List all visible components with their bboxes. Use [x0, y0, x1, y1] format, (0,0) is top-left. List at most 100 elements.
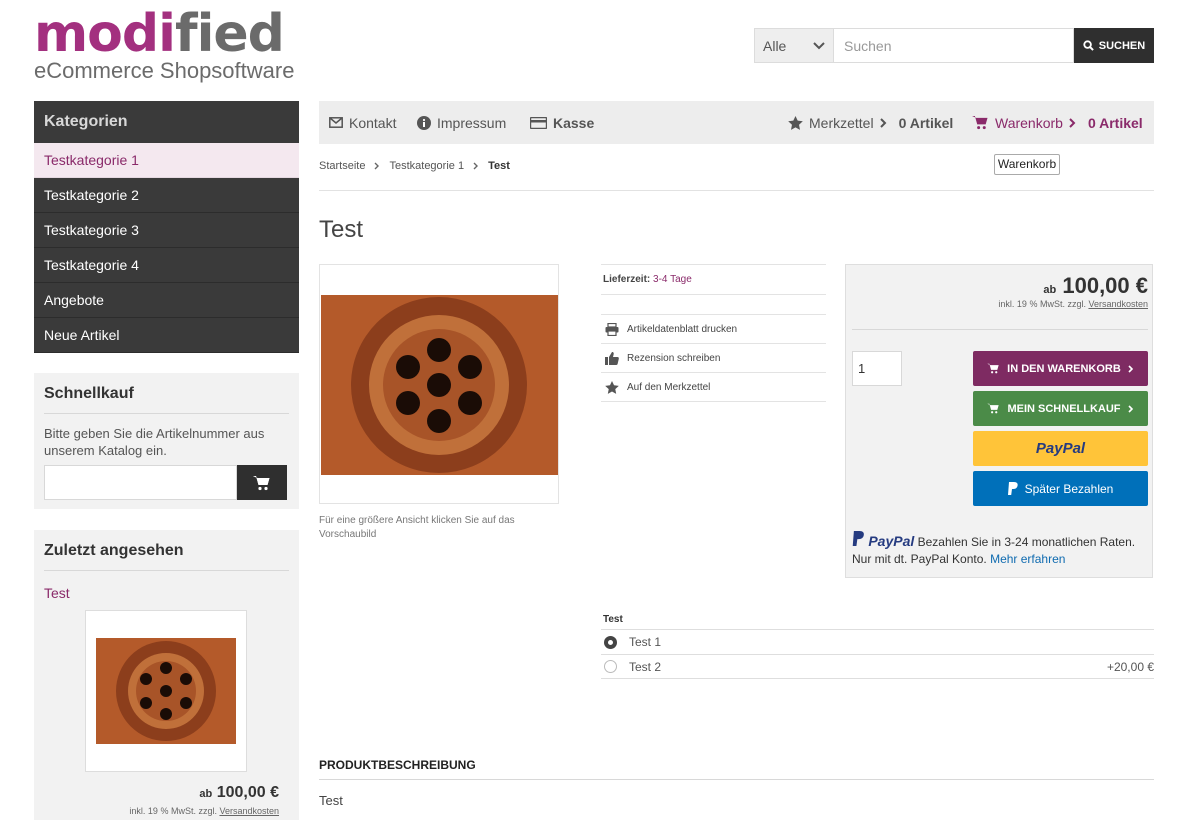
search-category-select[interactable]: Alle: [754, 28, 834, 63]
search-category-value: Alle: [763, 37, 787, 54]
printer-icon: [605, 322, 619, 336]
pay-later-button[interactable]: Später Bezahlen: [973, 471, 1148, 506]
option-radio[interactable]: [604, 660, 617, 673]
nav-cart[interactable]: Warenkorb 0 Artikel: [972, 101, 1143, 144]
pay-later-label: Später Bezahlen: [1024, 481, 1114, 496]
recently-viewed-image[interactable]: [85, 610, 247, 772]
option-label: Test 1: [629, 635, 662, 649]
category-item-neue-artikel[interactable]: Neue Artikel: [34, 318, 299, 353]
quickbuy-title: Schnellkauf: [44, 383, 289, 414]
cart-icon: [987, 363, 999, 374]
paypal-button[interactable]: PayPal: [973, 431, 1148, 466]
nav-cart-label: Warenkorb: [995, 114, 1063, 131]
breadcrumb-home[interactable]: Startseite: [319, 160, 365, 172]
star-icon: [605, 380, 619, 394]
chevron-down-icon: [813, 41, 825, 49]
category-item-testkategorie-3[interactable]: Testkategorie 3: [34, 213, 299, 248]
search-icon: [1083, 40, 1094, 51]
nav-contact[interactable]: Kontakt: [329, 101, 396, 144]
recently-viewed-item-link[interactable]: Test: [44, 585, 289, 601]
recently-viewed-tax: inkl. 19 % MwSt. zzgl. Versandkosten: [129, 806, 279, 816]
quickbuy-form: [44, 465, 289, 500]
option-row-test-2[interactable]: Test 2 +20,00 €: [601, 654, 1154, 679]
breadcrumb-current: Test: [488, 160, 510, 172]
quickbuy-text: Bitte geben Sie die Artikelnummer aus un…: [44, 426, 265, 458]
quickbuy-box: Schnellkauf Bitte geben Sie die Artikeln…: [34, 373, 299, 509]
logo-tagline: eCommerce Shopsoftware: [34, 58, 295, 83]
drain-photo-thumbnail: [96, 638, 236, 744]
shop-logo[interactable]: modified eCommerce Shopsoftware: [34, 6, 304, 86]
nav-imprint[interactable]: Impressum: [417, 101, 506, 144]
option-group-label: Test: [603, 614, 623, 625]
breadcrumb-category[interactable]: Testkategorie 1: [389, 160, 464, 172]
search-input[interactable]: [834, 28, 1074, 63]
nav-imprint-label: Impressum: [437, 114, 507, 131]
paypal-installment-note: PayPal Bezahlen Sie in 3-24 monatlichen …: [852, 531, 1148, 568]
print-datasheet-link[interactable]: Artikeldatenblatt drucken: [601, 315, 826, 344]
description-heading: PRODUKTBESCHREIBUNG: [319, 758, 476, 772]
nav-wishlist[interactable]: Merkzettel 0 Artikel: [788, 101, 953, 144]
paypal-p-icon: [1007, 482, 1018, 495]
search-button-label: SUCHEN: [1098, 39, 1146, 52]
nav-checkout[interactable]: Kasse: [530, 101, 594, 144]
product-title: Test: [319, 216, 364, 243]
add-to-cart-label: IN DEN WARENKORB: [1007, 362, 1121, 375]
buy-box: ab 100,00 € inkl. 19 % MwSt. zzgl. Versa…: [845, 264, 1153, 578]
cart-icon: [972, 115, 988, 130]
cart-tooltip: Warenkorb: [994, 154, 1060, 175]
shipping-costs-link[interactable]: Versandkosten: [219, 806, 279, 816]
shipping-costs-link[interactable]: Versandkosten: [1088, 299, 1148, 309]
image-hint: Für eine größere Ansicht klicken Sie auf…: [319, 515, 515, 540]
categories-heading: Kategorien: [34, 101, 299, 143]
category-item-testkategorie-4[interactable]: Testkategorie 4: [34, 248, 299, 283]
paypal-button-label: PayPal: [1035, 440, 1086, 457]
product-image[interactable]: [319, 264, 559, 504]
drain-photo: [321, 295, 558, 475]
category-item-testkategorie-2[interactable]: Testkategorie 2: [34, 178, 299, 213]
envelope-icon: [329, 117, 343, 128]
paypal-p-icon: [852, 531, 864, 546]
write-review-link[interactable]: Rezension schreiben: [601, 344, 826, 373]
cart-icon: [253, 475, 270, 490]
chevron-right-icon: [1128, 364, 1133, 373]
credit-card-icon: [530, 116, 547, 129]
quickbuy-submit-button[interactable]: [237, 465, 287, 500]
chevron-right-icon: [1069, 117, 1076, 128]
print-datasheet-label: Artikeldatenblatt drucken: [627, 323, 738, 335]
add-to-wishlist-link[interactable]: Auf den Merkzettel: [601, 373, 826, 402]
learn-more-link[interactable]: Mehr erfahren: [990, 552, 1065, 566]
logo-wordmark: modified: [34, 4, 285, 64]
chevron-right-icon: [374, 162, 380, 170]
breadcrumb-divider: [319, 190, 1154, 191]
category-item-testkategorie-1[interactable]: Testkategorie 1: [34, 143, 299, 178]
delivery-time: Lieferzeit: 3-4 Tage: [601, 264, 826, 295]
quick-buy-label: MEIN SCHNELLKAUF: [1007, 402, 1121, 415]
quickbuy-article-input[interactable]: [44, 465, 237, 500]
product-info: Lieferzeit: 3-4 Tage Artikeldatenblatt d…: [601, 264, 826, 402]
search-bar: Alle SUCHEN: [754, 28, 1154, 63]
chevron-right-icon: [879, 117, 886, 128]
product-price: ab 100,00 €: [1043, 273, 1148, 298]
option-row-test-1[interactable]: Test 1: [601, 629, 1154, 654]
add-to-wishlist-label: Auf den Merkzettel: [627, 381, 711, 393]
nav-checkout-label: Kasse: [553, 114, 595, 131]
paypal-brand: PayPal: [868, 533, 915, 549]
recently-viewed-price: ab 100,00 €: [199, 784, 279, 801]
quantity-input[interactable]: [852, 351, 902, 386]
top-navbar: Kontakt Impressum Kasse Merkzettel 0 Art…: [319, 101, 1154, 144]
breadcrumb: Startseite Testkategorie 1 Test: [319, 160, 510, 172]
option-surcharge: +20,00 €: [1106, 659, 1154, 674]
description-divider: [319, 779, 1154, 780]
add-to-cart-button[interactable]: IN DEN WARENKORB: [973, 351, 1148, 386]
option-label: Test 2: [629, 659, 662, 674]
star-icon: [788, 115, 803, 130]
nav-cart-count: 0 Artikel: [1087, 114, 1143, 131]
description-text: Test: [319, 793, 343, 808]
nav-wishlist-label: Merkzettel: [809, 114, 874, 131]
quick-buy-button[interactable]: MEIN SCHNELLKAUF: [973, 391, 1148, 426]
category-item-angebote[interactable]: Angebote: [34, 283, 299, 318]
write-review-label: Rezension schreiben: [627, 352, 721, 364]
search-button[interactable]: SUCHEN: [1074, 28, 1154, 63]
option-radio-selected[interactable]: [604, 635, 617, 649]
recently-viewed-title: Zuletzt angesehen: [44, 540, 289, 571]
